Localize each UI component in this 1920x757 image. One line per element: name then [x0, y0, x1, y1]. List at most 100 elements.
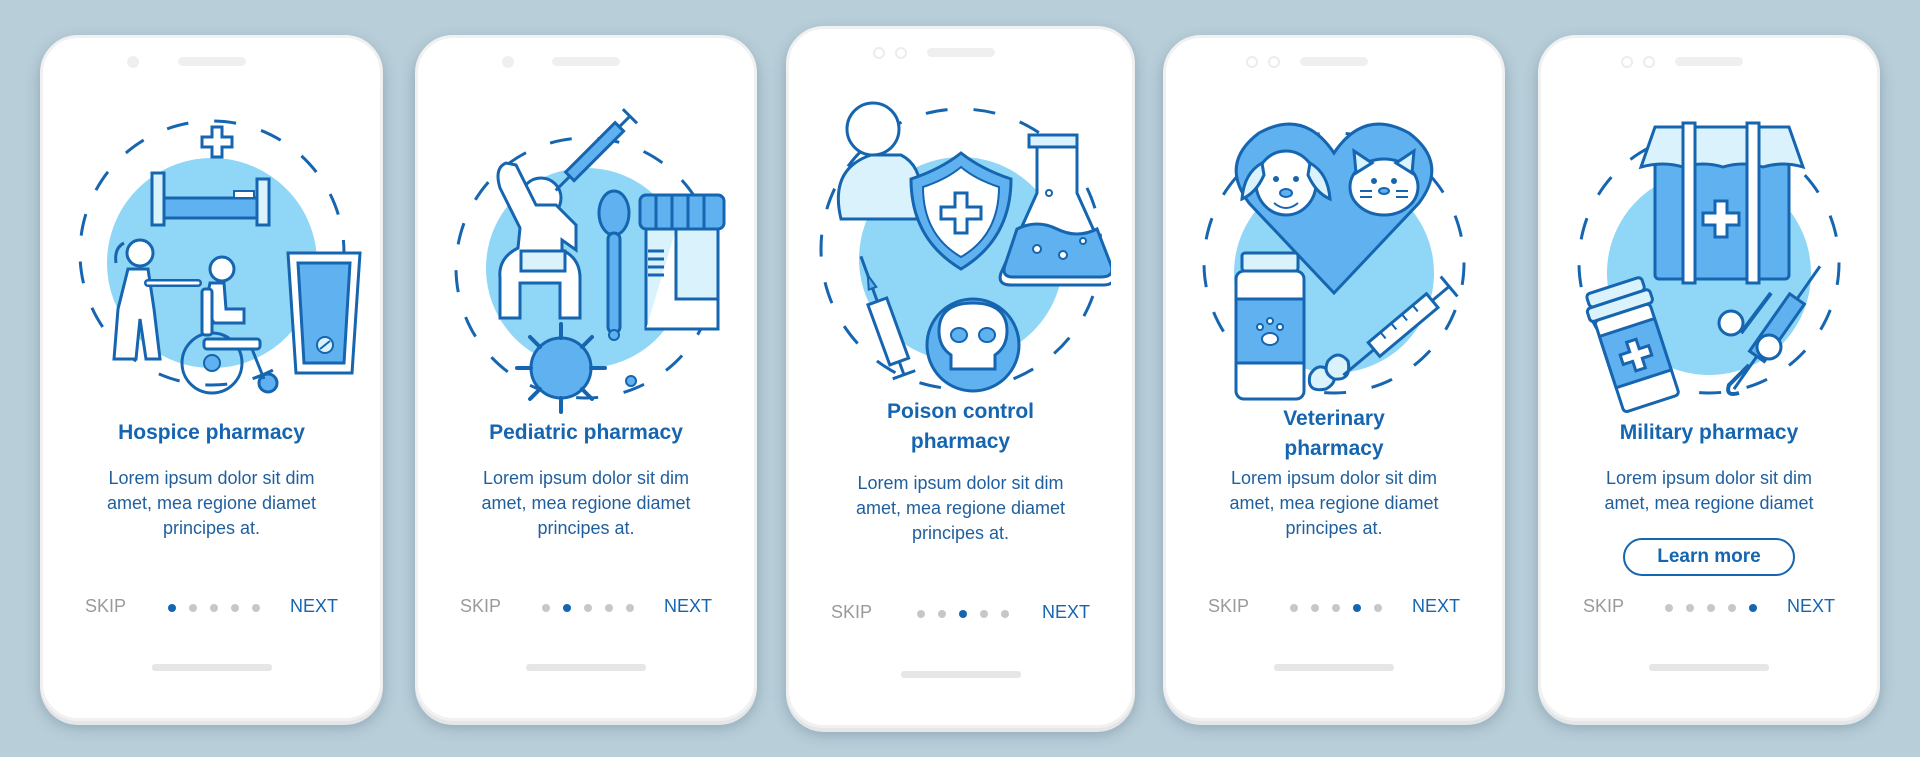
speaker-slot: [1300, 57, 1368, 66]
skull-icon: [925, 297, 1020, 393]
title-line: pharmacy: [1284, 437, 1384, 460]
front-sensor: [1643, 56, 1655, 68]
description-line: amet, mea regione diamet: [1604, 493, 1814, 513]
description-line: principes at.: [1285, 518, 1383, 538]
page-dot[interactable]: [251, 604, 260, 612]
front-camera: [127, 56, 139, 68]
screen-description: Lorem ipsum dolor sit dim amet, mea regi…: [1196, 466, 1472, 541]
page-dot[interactable]: [626, 604, 634, 612]
page-dot[interactable]: [916, 610, 925, 618]
page-indicator: [542, 604, 634, 612]
description-line: Lorem ipsum dolor sit dim: [857, 473, 1064, 493]
veterinary-illustration: [1166, 83, 1502, 423]
page-dot[interactable]: [584, 604, 592, 612]
page-dot[interactable]: [937, 610, 946, 618]
poison-control-illustration: [789, 69, 1132, 409]
page-dot[interactable]: [1707, 604, 1715, 612]
description-line: amet, mea regione diamet: [106, 493, 317, 513]
next-button[interactable]: NEXT: [290, 596, 338, 617]
page-indicator: [167, 604, 260, 612]
title-line: pharmacy: [910, 430, 1011, 453]
home-indicator: [151, 664, 272, 671]
phone-screen-military: Military pharmacy Lorem ipsum dolor sit …: [1538, 35, 1880, 721]
onboarding-nav: SKIP NEXT: [789, 602, 1132, 626]
phone-screen-pediatric: Pediatric pharmacy Lorem ipsum dolor sit…: [415, 35, 757, 721]
page-dot-active[interactable]: [958, 610, 967, 618]
pediatric-illustration: [418, 83, 754, 423]
front-sensor: [895, 47, 907, 59]
medical-cross-icon: [200, 125, 233, 159]
screen-description: Lorem ipsum dolor sit dim amet, mea regi…: [73, 466, 350, 541]
front-camera: [502, 56, 514, 68]
page-dot[interactable]: [542, 604, 550, 612]
description-line: amet, mea regione diamet: [855, 498, 1066, 518]
speaker-slot: [926, 48, 995, 57]
skip-button[interactable]: SKIP: [85, 596, 126, 617]
page-indicator: [1665, 604, 1757, 612]
description-line: Lorem ipsum dolor sit dim: [108, 468, 315, 488]
speaker-slot: [552, 57, 620, 66]
page-dot-active[interactable]: [1353, 604, 1361, 612]
page-dot[interactable]: [1686, 604, 1694, 612]
description-line: principes at.: [911, 523, 1010, 543]
front-camera: [1621, 56, 1633, 68]
front-sensor: [1268, 56, 1280, 68]
screen-description: Lorem ipsum dolor sit dim amet, mea regi…: [1571, 466, 1847, 516]
description-line: amet, mea regione diamet: [1229, 493, 1439, 513]
title-line: Veterinary: [1283, 407, 1385, 430]
screen-description: Lorem ipsum dolor sit dim amet, mea regi…: [448, 466, 724, 541]
home-indicator: [900, 671, 1021, 678]
description-line: principes at.: [162, 518, 261, 538]
page-dot-active[interactable]: [1749, 604, 1757, 612]
cat-face-icon: [1348, 148, 1420, 217]
page-dot-active[interactable]: [167, 604, 176, 612]
skip-button[interactable]: SKIP: [1208, 596, 1249, 617]
page-dot[interactable]: [605, 604, 613, 612]
home-indicator: [1649, 664, 1769, 671]
next-button[interactable]: NEXT: [1042, 602, 1090, 623]
specimen-jar-icon: [638, 193, 726, 331]
description-line: Lorem ipsum dolor sit dim: [1605, 468, 1813, 488]
page-dot[interactable]: [1290, 604, 1298, 612]
description-line: amet, mea regione diamet: [481, 493, 691, 513]
learn-more-button[interactable]: Learn more: [1623, 538, 1795, 576]
screen-title: Military pharmacy: [1619, 421, 1799, 444]
phone-screen-poison-control: Poison control pharmacy Lorem ipsum dolo…: [786, 26, 1135, 728]
description-line: Lorem ipsum dolor sit dim: [482, 468, 690, 488]
military-illustration: [1541, 83, 1877, 423]
screen-title: Hospice pharmacy: [118, 421, 305, 444]
front-camera: [1246, 56, 1258, 68]
skip-button[interactable]: SKIP: [460, 596, 501, 617]
screen-title: Veterinary pharmacy: [1186, 404, 1482, 464]
phone-screen-veterinary: Veterinary pharmacy Lorem ipsum dolor si…: [1163, 35, 1505, 721]
next-button[interactable]: NEXT: [664, 596, 712, 617]
page-dot[interactable]: [1374, 604, 1382, 612]
skip-button[interactable]: SKIP: [1583, 596, 1624, 617]
onboarding-nav: SKIP NEXT: [418, 596, 754, 620]
next-button[interactable]: NEXT: [1787, 596, 1835, 617]
medicine-bottle-icon: [1234, 251, 1306, 401]
page-dot[interactable]: [209, 604, 218, 612]
screen-title: Poison control pharmacy: [809, 397, 1112, 457]
page-dot-active[interactable]: [563, 604, 571, 612]
skip-button[interactable]: SKIP: [831, 602, 872, 623]
page-dot[interactable]: [1311, 604, 1319, 612]
pill-container-icon: [285, 251, 362, 375]
page-dot[interactable]: [1000, 610, 1009, 618]
page-dot[interactable]: [1332, 604, 1340, 612]
page-dot[interactable]: [188, 604, 197, 612]
phone-screen-hospice: Hospice pharmacy Lorem ipsum dolor sit d…: [40, 35, 383, 721]
page-dot[interactable]: [1665, 604, 1673, 612]
onboarding-nav: SKIP NEXT: [43, 596, 380, 620]
page-indicator: [1290, 604, 1382, 612]
page-dot[interactable]: [230, 604, 239, 612]
title-line: Poison control: [887, 400, 1034, 423]
description-line: Lorem ipsum dolor sit dim: [1230, 468, 1438, 488]
speaker-slot: [177, 57, 246, 66]
page-dot[interactable]: [1728, 604, 1736, 612]
next-button[interactable]: NEXT: [1412, 596, 1460, 617]
screen-title: Pediatric pharmacy: [489, 421, 683, 444]
page-dot[interactable]: [979, 610, 988, 618]
military-first-aid-kit-icon: [1638, 121, 1806, 285]
page-indicator: [916, 610, 1009, 618]
